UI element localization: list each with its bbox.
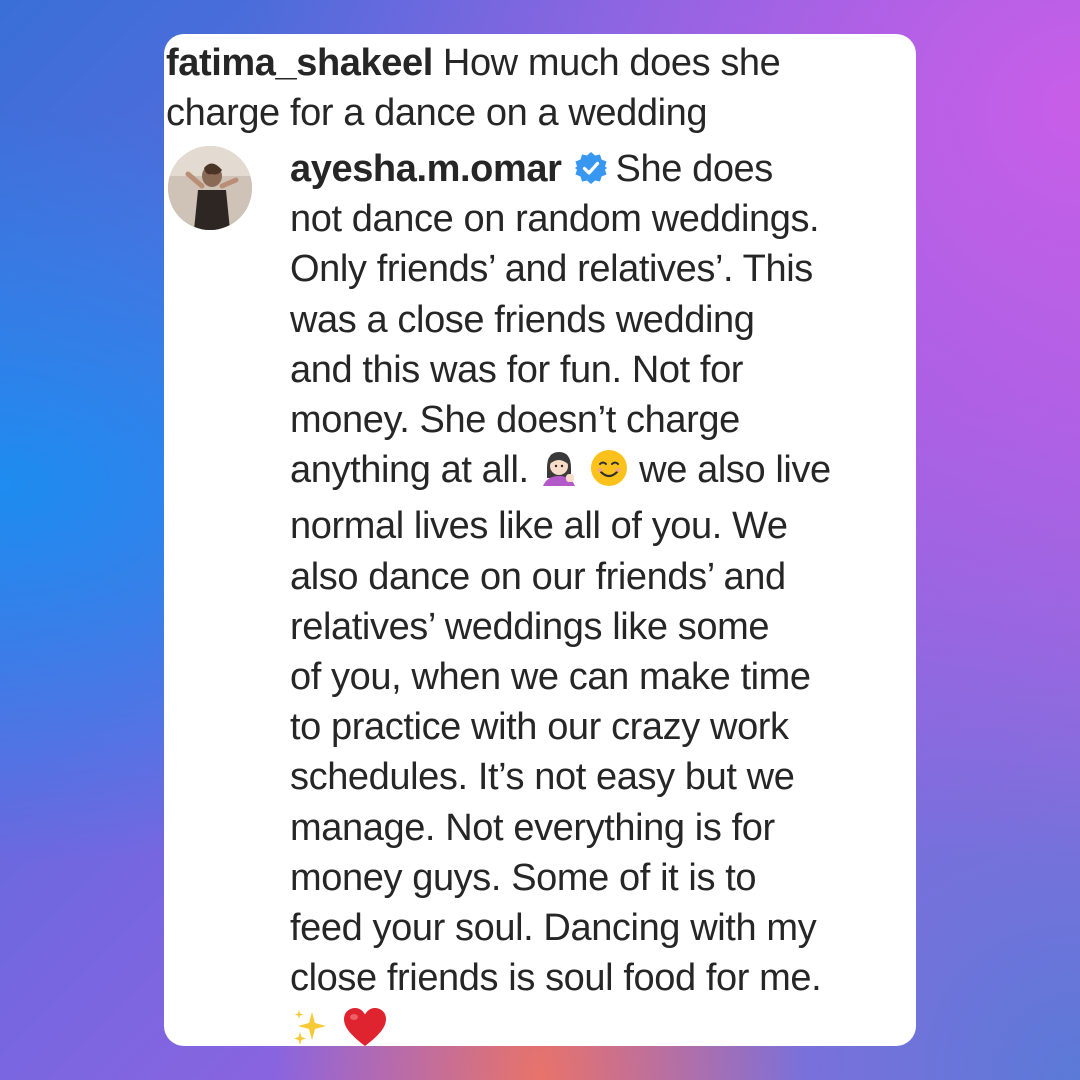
reply-line: close friends is soul food for me. — [290, 957, 822, 1000]
reply-line-1: ayesha.m.omar She does — [290, 144, 916, 194]
comment-card: fatima_shakeel How much does she charge f… — [164, 34, 916, 1046]
reply-line: manage. Not everything is for — [290, 806, 775, 849]
reply-line: relatives’ weddings like some — [290, 605, 770, 648]
reply-line: money guys. Some of it is to — [290, 856, 757, 899]
reply-line: to practice with our crazy work — [290, 706, 789, 749]
reply-line: Only friends’ and relatives’. This — [290, 248, 813, 291]
question-username[interactable]: fatima_shakeel — [166, 42, 433, 84]
avatar[interactable] — [168, 146, 252, 230]
woman-tipping-hand-icon — [539, 448, 579, 501]
reply-line: also dance on our friends’ and — [290, 555, 786, 598]
avatar-photo — [168, 146, 252, 230]
reply-line: and this was for fun. Not for — [290, 348, 744, 391]
reply-line: was a close friends wedding — [290, 298, 755, 341]
red-heart-icon — [342, 1006, 388, 1046]
reply-line-suffix: we also live — [639, 449, 831, 492]
question-text-1: How much does she — [442, 42, 781, 84]
sparkles-icon — [290, 1006, 332, 1046]
question-text-2: charge for a dance on a wedding — [166, 92, 708, 134]
reply-line: feed your soul. Dancing with my — [290, 907, 817, 950]
reply-comment: ayesha.m.omar She does not dance on rando… — [290, 144, 916, 1046]
smiling-face-icon — [589, 448, 629, 501]
reply-line: money. She doesn’t charge — [290, 399, 740, 442]
question-comment: fatima_shakeel How much does she charge f… — [166, 38, 906, 138]
verified-badge-icon — [574, 148, 608, 184]
reply-line: of you, when we can make time — [290, 656, 811, 699]
reply-line: normal lives like all of you. We — [290, 505, 788, 548]
reply-line: not dance on random weddings. — [290, 198, 820, 241]
reply-line: schedules. It’s not easy but we — [290, 756, 795, 799]
reply-line-text: anything at all. — [290, 449, 529, 492]
reply-username[interactable]: ayesha.m.omar — [290, 148, 562, 190]
reply-text-first: She does — [615, 148, 774, 190]
question-line-1: fatima_shakeel How much does she — [166, 38, 906, 88]
trailing-emojis — [290, 1003, 916, 1046]
reply-line-with-emojis: anything at all. we also live — [290, 445, 916, 501]
